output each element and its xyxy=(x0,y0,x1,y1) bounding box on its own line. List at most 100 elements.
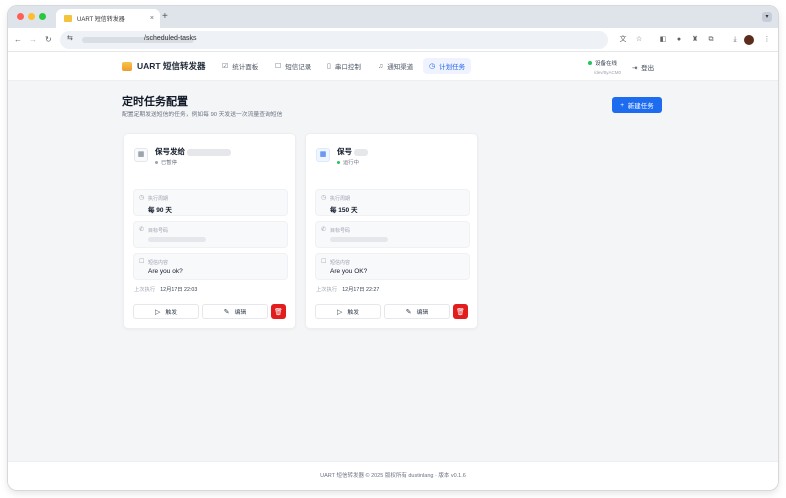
footer: UART 短信转发器 © 2025 版权所有 dustinlang · 版本 v… xyxy=(8,461,778,490)
content-label: 短信内容 xyxy=(330,260,351,266)
page-subtitle: 配置定期发送短信的任务，例如每 90 天发送一次流量查询短信 xyxy=(122,112,283,118)
plus-icon: + xyxy=(620,101,625,109)
nav-serial-control[interactable]: ▯ 串口控制 xyxy=(321,58,367,74)
browser-window: UART 短信转发器 × + ▾ ← → ↻ ⇆ /scheduled-task… xyxy=(8,6,778,490)
trash-icon: 🗑 xyxy=(456,308,465,316)
app-header: UART 短信转发器 ☑ 统计面板 ☐ 短信记录 ▯ 串口控制 ♫ 通知渠道 ◷… xyxy=(8,52,778,81)
last-run: 上次执行 12月17日 22:27 xyxy=(316,287,380,293)
logo-icon xyxy=(122,61,132,71)
tab-search-icon[interactable]: ▾ xyxy=(762,12,772,22)
task-title: 保号发给 xyxy=(155,146,231,157)
clock-icon: ◷ xyxy=(429,63,436,70)
close-window-button[interactable] xyxy=(17,13,24,20)
task-status: 已暂停 xyxy=(155,158,177,166)
download-icon[interactable]: ⤓ xyxy=(728,33,742,47)
nav-scheduled-tasks[interactable]: ◷ 计划任务 xyxy=(423,58,472,74)
app-page: UART 短信转发器 ☑ 统计面板 ☐ 短信记录 ▯ 串口控制 ♫ 通知渠道 ◷… xyxy=(8,52,778,490)
nav-sms-records[interactable]: ☐ 短信记录 xyxy=(269,58,317,74)
phone-label: 目标号码 xyxy=(330,228,351,234)
forward-icon[interactable]: → xyxy=(29,35,37,45)
extension-icon[interactable]: ♜ xyxy=(688,33,702,47)
delete-button[interactable]: 🗑 xyxy=(271,304,286,319)
delete-button[interactable]: 🗑 xyxy=(453,304,468,319)
period-value: 每 150 天 xyxy=(330,207,358,214)
device-icon: ▯ xyxy=(327,63,331,70)
phone-label: 目标号码 xyxy=(148,228,169,234)
task-card: ▦ 保号发给 已暂停 ◷ 执行周期 每 90 天 ✆ 目标号码 ☐ 短信内容 A… xyxy=(123,133,296,329)
message-icon: ☐ xyxy=(139,259,145,265)
site-settings-icon[interactable]: ⇆ xyxy=(67,34,73,42)
more-icon[interactable]: ⋮ xyxy=(760,33,774,47)
content-box: ☐ 短信内容 Are you ok? xyxy=(133,253,288,280)
extension-icon[interactable]: ◧ xyxy=(656,33,670,47)
back-icon[interactable]: ← xyxy=(14,35,22,45)
nav-notify-channels-label: 通知渠道 xyxy=(387,64,414,71)
minimize-window-button[interactable] xyxy=(28,13,35,20)
online-dot-icon xyxy=(588,61,592,65)
paused-dot-icon xyxy=(155,161,158,165)
content-label: 短信内容 xyxy=(148,260,169,266)
nav-stats-label: 统计面板 xyxy=(232,64,259,71)
favicon-icon xyxy=(64,15,72,22)
message-icon: ☐ xyxy=(321,259,327,265)
trigger-button[interactable]: ▷ 触发 xyxy=(315,304,381,319)
phone-box: ✆ 目标号码 xyxy=(315,221,470,248)
brand-title: UART 短信转发器 xyxy=(137,61,206,71)
nav-stats[interactable]: ☑ 统计面板 xyxy=(216,58,264,74)
blurred-phone xyxy=(148,237,206,242)
message-icon: ☐ xyxy=(275,63,282,70)
new-task-button[interactable]: + 新建任务 xyxy=(612,97,662,113)
translate-icon[interactable]: 文 xyxy=(616,33,630,47)
browser-tab[interactable]: UART 短信转发器 × xyxy=(56,9,160,28)
running-dot-icon xyxy=(337,161,340,165)
nav-sms-records-label: 短信记录 xyxy=(285,64,312,71)
phone-icon: ✆ xyxy=(139,227,145,233)
nav-notify-channels[interactable]: ♫ 通知渠道 xyxy=(372,58,419,74)
browser-tab-bar: UART 短信转发器 × + ▾ xyxy=(8,6,778,28)
profile-avatar[interactable] xyxy=(744,35,754,45)
logout-icon: ⇥ xyxy=(632,65,638,72)
content-box: ☐ 短信内容 Are you OK? xyxy=(315,253,470,280)
clock-icon: ◷ xyxy=(321,195,327,201)
extension-icon[interactable]: ● xyxy=(672,33,686,47)
device-status-text: 设备在线 xyxy=(595,61,618,67)
close-tab-icon[interactable]: × xyxy=(150,15,154,22)
period-box: ◷ 执行周期 每 90 天 xyxy=(133,189,288,216)
calendar-icon: ▦ xyxy=(316,148,330,162)
device-port: /dev/ttyACM0 xyxy=(594,70,622,75)
maximize-window-button[interactable] xyxy=(39,13,46,20)
task-status: 运行中 xyxy=(337,158,359,166)
chart-icon: ☑ xyxy=(222,63,229,70)
address-bar[interactable]: ⇆ /scheduled-tasks xyxy=(60,31,608,49)
url-path: /scheduled-tasks xyxy=(144,35,197,42)
star-icon[interactable]: ☆ xyxy=(632,33,646,47)
logout-button[interactable]: ⇥ 登出 xyxy=(632,62,654,72)
calendar-icon: ▦ xyxy=(134,148,148,162)
blurred-name xyxy=(187,148,231,156)
play-icon: ▷ xyxy=(337,308,343,316)
task-card: ▦ 保号 运行中 ◷ 执行周期 每 150 天 ✆ 目标号码 ☐ 短信内容 Ar… xyxy=(305,133,478,329)
period-value: 每 90 天 xyxy=(148,207,172,214)
edit-button[interactable]: ✎ 编辑 xyxy=(202,304,268,319)
new-task-label: 新建任务 xyxy=(627,103,654,110)
extensions-icon[interactable]: ⧉ xyxy=(704,33,718,47)
browser-toolbar: ← → ↻ ⇆ /scheduled-tasks 文 ☆ ◧ ● ♜ ⧉ ⤓ ⋮ xyxy=(8,28,778,52)
reload-icon[interactable]: ↻ xyxy=(45,35,52,45)
task-title: 保号 xyxy=(337,146,368,157)
bell-icon: ♫ xyxy=(378,62,384,70)
trash-icon: 🗑 xyxy=(274,308,283,316)
new-tab-button[interactable]: + xyxy=(162,11,168,22)
browser-tab-title: UART 短信转发器 xyxy=(77,17,125,23)
last-run: 上次执行 12月17日 22:03 xyxy=(134,287,198,293)
brand[interactable]: UART 短信转发器 xyxy=(122,60,205,72)
content-value: Are you OK? xyxy=(330,268,368,275)
blurred-name xyxy=(354,148,368,156)
page-title: 定时任务配置 xyxy=(122,96,188,108)
play-icon: ▷ xyxy=(155,308,161,316)
trigger-button[interactable]: ▷ 触发 xyxy=(133,304,199,319)
nav-serial-control-label: 串口控制 xyxy=(334,64,361,71)
edit-button[interactable]: ✎ 编辑 xyxy=(384,304,450,319)
period-label: 执行周期 xyxy=(330,196,351,202)
device-status: 设备在线 /dev/ttyACM0 xyxy=(588,59,621,75)
edit-icon: ✎ xyxy=(223,308,230,316)
